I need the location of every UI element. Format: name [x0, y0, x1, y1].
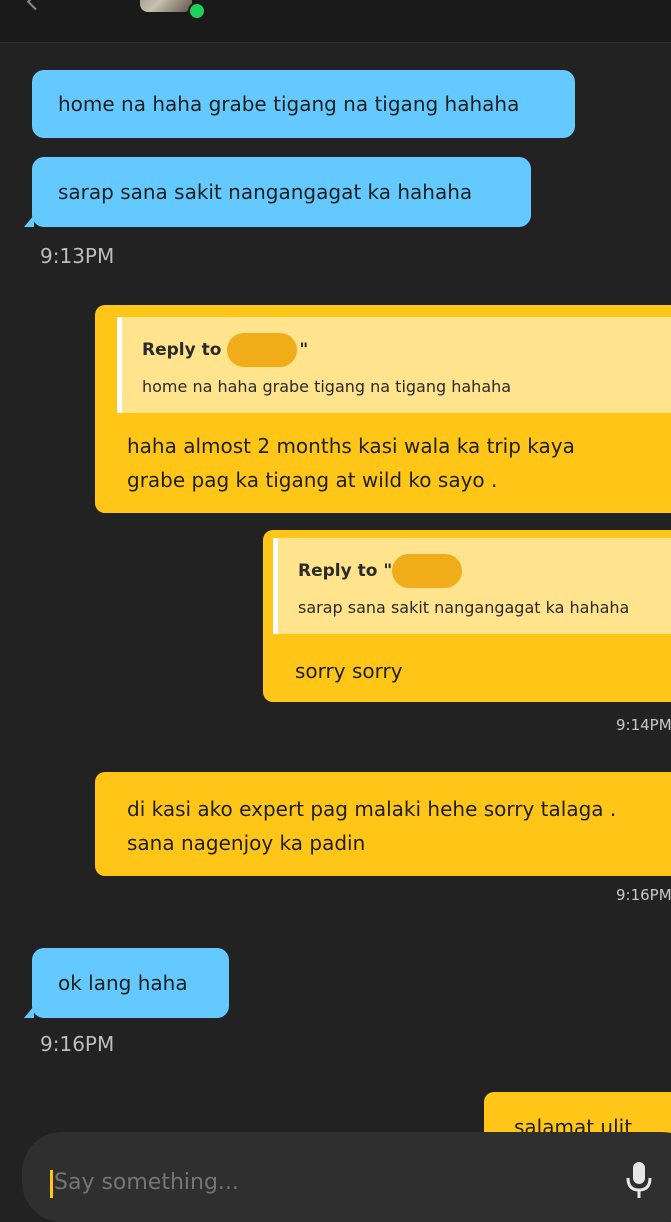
avatar[interactable]: [140, 0, 192, 12]
message-text: ok lang haha: [58, 971, 188, 995]
message-text: haha almost 2 months kasi wala ka trip k…: [127, 429, 575, 497]
reply-header: Reply to ": [142, 333, 657, 367]
reply-label: Reply to ": [298, 561, 393, 581]
redacted-name: [227, 333, 298, 367]
microphone-icon[interactable]: [624, 1160, 654, 1200]
incoming-message[interactable]: ok lang haha: [24, 948, 229, 1018]
message-line: sana nagenjoy ka padin: [127, 831, 366, 855]
message-text: sorry sorry: [295, 659, 403, 683]
message-input[interactable]: [54, 1170, 554, 1195]
back-arrow-icon[interactable]: [26, 0, 46, 11]
message-timestamp: 9:16PM: [40, 1032, 115, 1056]
incoming-message[interactable]: home na haha grabe tigang na tigang haha…: [32, 70, 575, 138]
message-timestamp: 9:16PM: [616, 886, 671, 904]
chat-header: [0, 0, 671, 43]
message-timestamp: 9:13PM: [40, 244, 115, 268]
reply-label: Reply to: [142, 340, 222, 360]
text-cursor: [50, 1170, 53, 1198]
message-text: home na haha grabe tigang na tigang haha…: [58, 92, 520, 116]
message-text: di kasi ako expert pag malaki hehe sorry…: [127, 792, 616, 860]
reply-quote[interactable]: Reply to " home na haha grabe tigang na …: [117, 317, 671, 413]
bubble-tail: [24, 215, 34, 227]
quoted-text: sarap sana sakit nangangagat ka hahaha: [298, 598, 630, 617]
reply-header: Reply to ": [298, 554, 655, 588]
bubble-tail: [24, 1006, 34, 1018]
message-line: haha almost 2 months kasi wala ka trip k…: [127, 434, 575, 458]
message-timestamp: 9:14PM: [616, 716, 671, 734]
redacted-name: [392, 554, 463, 588]
message-line: grabe pag ka tigang at wild ko sayo .: [127, 468, 498, 492]
outgoing-message[interactable]: Reply to " home na haha grabe tigang na …: [95, 305, 671, 513]
message-text: sarap sana sakit nangangagat ka hahaha: [58, 180, 473, 204]
reply-quote-mark: ": [299, 340, 309, 360]
message-line: di kasi ako expert pag malaki hehe sorry…: [127, 797, 617, 821]
online-dot-icon: [188, 2, 206, 20]
outgoing-message[interactable]: di kasi ako expert pag malaki hehe sorry…: [95, 772, 671, 876]
incoming-message[interactable]: sarap sana sakit nangangagat ka hahaha: [24, 157, 531, 227]
outgoing-message[interactable]: Reply to " sarap sana sakit nangangagat …: [263, 530, 671, 702]
quoted-text: home na haha grabe tigang na tigang haha…: [142, 377, 512, 396]
reply-quote[interactable]: Reply to " sarap sana sakit nangangagat …: [273, 538, 671, 634]
